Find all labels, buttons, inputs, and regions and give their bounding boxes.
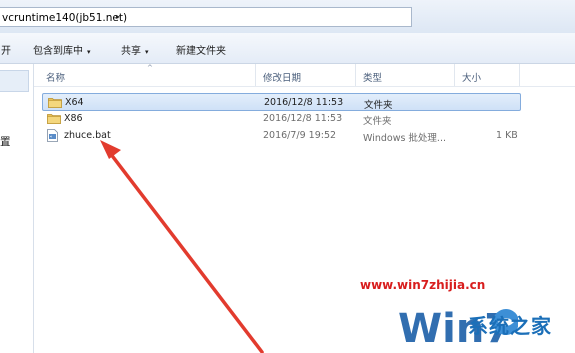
watermark-url: www.win7zhijia.cn xyxy=(360,278,486,292)
watermark: Win7 www.win7zhijia.cn 系统之家 xyxy=(350,270,575,353)
watermark-brand: 系统之家 xyxy=(468,314,552,338)
